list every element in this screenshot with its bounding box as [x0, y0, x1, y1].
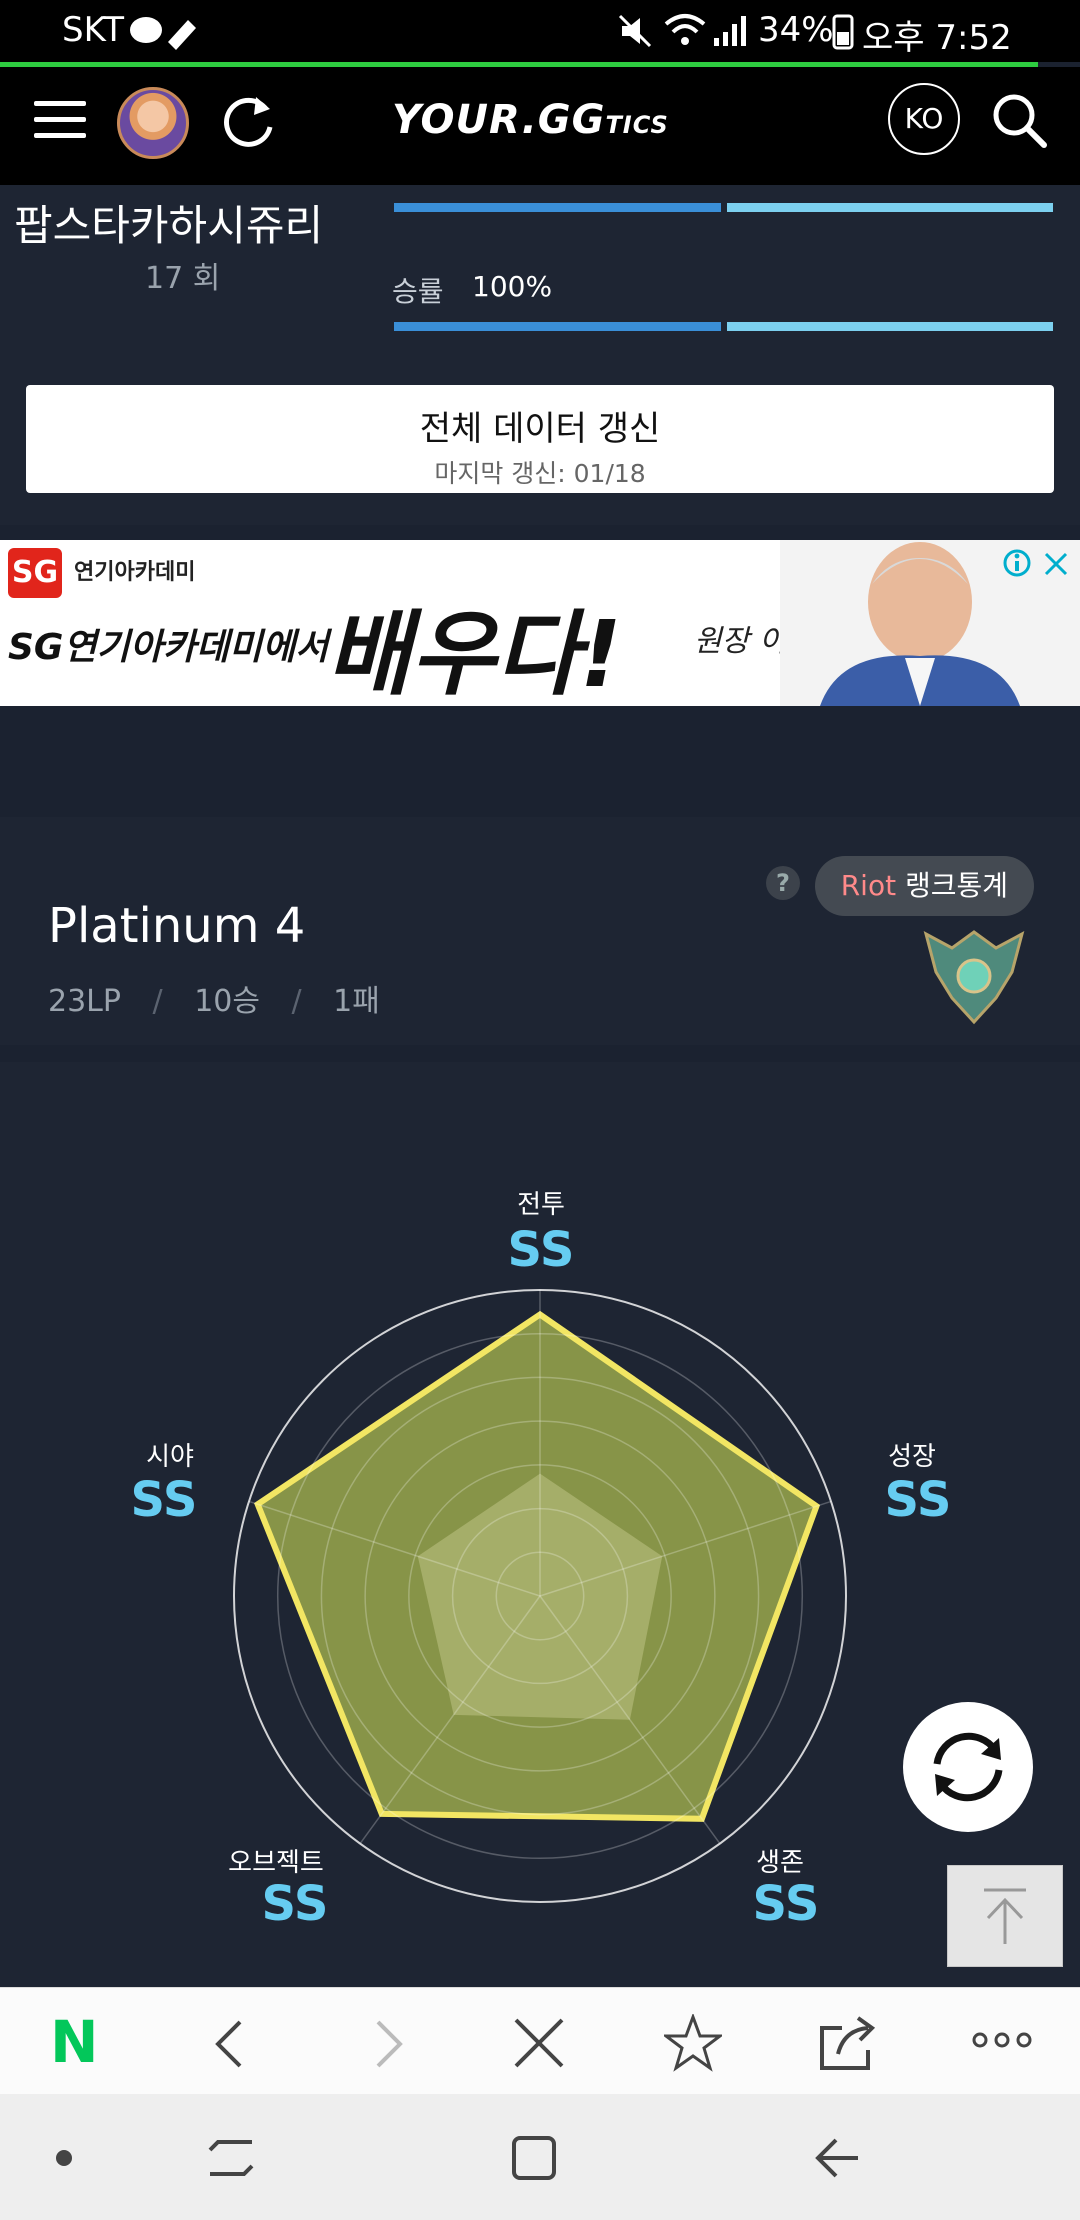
- last-refresh-date: 마지막 갱신: 01/18: [434, 459, 646, 488]
- carrier-label: SKT: [62, 10, 125, 50]
- radar-grade-vision: SS: [130, 1472, 198, 1528]
- refresh-icon[interactable]: [220, 91, 278, 149]
- dot-icon[interactable]: [56, 2150, 72, 2166]
- status-bar: SKT 34% 오후 7:52: [0, 0, 1080, 62]
- help-icon[interactable]: ?: [766, 866, 800, 900]
- winrate-bar: [394, 322, 1054, 331]
- winrate-value: 100%: [472, 270, 553, 303]
- rank-tier: Platinum 4: [48, 898, 306, 954]
- refresh-all-title: 전체 데이터 갱신: [419, 409, 661, 449]
- radar-grade-growth: SS: [884, 1472, 952, 1528]
- browser-toolbar: N: [0, 1987, 1080, 2095]
- radar-grade-survival: SS: [752, 1876, 820, 1932]
- app-header: YOUR.GGTICS KO: [0, 67, 1080, 185]
- radar-label-objective: 오브젝트: [228, 1848, 324, 1878]
- stat-bar-top: [394, 203, 1054, 212]
- more-icon[interactable]: [970, 2028, 1034, 2052]
- riot-rank-stats-button[interactable]: Riot 랭크통계: [814, 856, 1034, 916]
- rank-lp: 23LP: [48, 984, 121, 1019]
- divider: /: [291, 984, 302, 1019]
- mute-icon: [618, 14, 652, 48]
- home-icon[interactable]: [508, 2132, 560, 2184]
- arrow-up-icon: [984, 1888, 1026, 1944]
- language-button[interactable]: KO: [888, 83, 960, 155]
- radar-label-survival: 생존: [756, 1848, 804, 1878]
- refresh-all-button[interactable]: 전체 데이터 갱신 마지막 갱신: 01/18: [26, 385, 1054, 493]
- search-icon[interactable]: [990, 91, 1050, 151]
- share-icon[interactable]: [818, 2014, 878, 2072]
- riot-prefix: Riot: [840, 869, 897, 902]
- ad-tagline: SG연기아카데미에서: [8, 627, 329, 668]
- sync-icon: [933, 1732, 1003, 1802]
- nav-back-icon[interactable]: [812, 2134, 864, 2182]
- divider: /: [152, 984, 163, 1019]
- star-icon[interactable]: [664, 2014, 722, 2072]
- ad-logo: SG: [8, 548, 62, 598]
- logo-suffix: TICS: [605, 111, 669, 139]
- back-icon[interactable]: [206, 2018, 256, 2068]
- riot-rank-label: 랭크통계: [904, 869, 1008, 902]
- sync-button[interactable]: [903, 1702, 1033, 1832]
- champion-name: 팝스타카하시쥬리: [14, 201, 324, 250]
- ad-portrait-image: [780, 540, 1080, 706]
- close-icon[interactable]: [512, 2016, 566, 2070]
- radar-label-growth: 성장: [888, 1442, 936, 1472]
- battery-percent: 34%: [758, 10, 834, 50]
- winrate-label: 승률: [392, 275, 444, 308]
- recents-icon[interactable]: [206, 2134, 256, 2184]
- app-logo[interactable]: YOUR.GGTICS: [392, 97, 669, 143]
- signal-icon: [714, 16, 746, 46]
- wifi-icon: [664, 14, 706, 45]
- play-count: 17 회: [145, 261, 221, 296]
- radar-label-combat: 전투: [517, 1190, 565, 1220]
- rank-record: 23LP / 10승 / 1패: [48, 976, 380, 1020]
- clock: 오후 7:52: [862, 18, 1012, 58]
- android-nav-bar: [0, 2094, 1080, 2220]
- notification-icons: [130, 17, 196, 50]
- logo-main: YOUR.GG: [392, 97, 606, 143]
- scroll-to-top-button[interactable]: [947, 1865, 1063, 1967]
- ad-info-icon[interactable]: [1002, 548, 1032, 578]
- ad-close-icon[interactable]: [1042, 550, 1070, 578]
- rank-wins: 10승: [194, 984, 260, 1019]
- radar-grade-objective: SS: [261, 1876, 329, 1932]
- menu-icon[interactable]: [34, 101, 86, 149]
- radar-grade-combat: SS: [507, 1222, 575, 1278]
- platinum-emblem-icon: [923, 930, 1025, 1025]
- radar-label-vision: 시야: [146, 1442, 194, 1472]
- ad-banner[interactable]: SG 연기아카데미 SG연기아카데미에서 배우다! 원장 이순재: [0, 540, 1080, 706]
- rank-losses: 1패: [333, 984, 380, 1019]
- avatar[interactable]: [117, 87, 189, 159]
- battery-icon: [832, 14, 854, 50]
- ad-headline: 배우다!: [326, 601, 622, 706]
- ad-brand: 연기아카데미: [74, 560, 196, 585]
- naver-icon[interactable]: N: [50, 2008, 99, 2076]
- forward-icon[interactable]: [364, 2018, 414, 2068]
